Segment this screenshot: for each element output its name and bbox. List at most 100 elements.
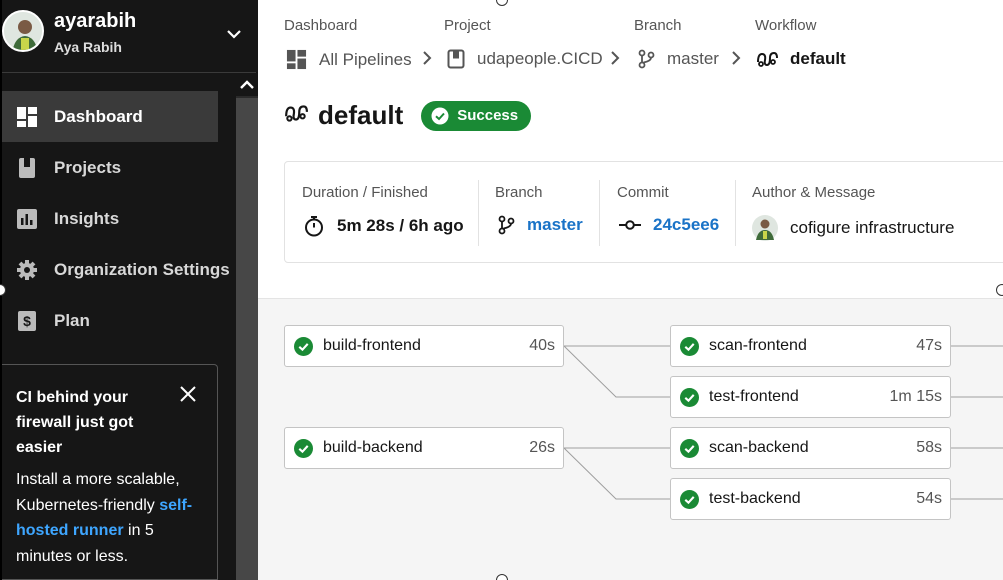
author-value: cofigure infrastructure	[752, 215, 954, 241]
sidebar-item-dashboard[interactable]: Dashboard	[2, 91, 218, 142]
breadcrumb-workflow-label: Workflow	[755, 17, 817, 34]
promo-body: Install a more scalable, Kubernetes-frie…	[16, 467, 203, 569]
job-duration: 1m 15s	[889, 388, 942, 405]
job-name: build-frontend	[323, 337, 421, 354]
job-duration: 40s	[529, 337, 555, 354]
job-duration: 58s	[916, 439, 942, 456]
workflow-title-row: default Success	[284, 100, 532, 131]
chevron-right-icon	[730, 50, 742, 66]
success-check-icon	[680, 336, 699, 356]
job-scan-frontend[interactable]: scan-frontend 47s	[670, 325, 951, 367]
sidebar-scrollbar-thumb[interactable]	[236, 98, 258, 580]
commit-value[interactable]: 24c5ee6	[619, 215, 719, 235]
job-build-frontend[interactable]: build-frontend 40s	[284, 325, 564, 367]
author-avatar	[752, 215, 778, 241]
user-avatar[interactable]	[2, 10, 44, 52]
breadcrumb-workflow[interactable]: default	[756, 49, 846, 69]
job-duration: 54s	[916, 490, 942, 507]
author-label: Author & Message	[752, 184, 876, 201]
job-name: test-backend	[709, 490, 801, 507]
job-name: scan-backend	[709, 439, 809, 456]
success-check-icon	[294, 438, 313, 458]
success-check-icon	[680, 438, 699, 458]
job-duration: 26s	[529, 439, 555, 456]
job-test-backend[interactable]: test-backend 54s	[670, 478, 951, 520]
duration-value: 5m 28s / 6h ago	[303, 215, 464, 237]
resize-handle[interactable]	[496, 574, 508, 580]
svg-text:$: $	[23, 313, 31, 329]
sidebar-item-organization-settings[interactable]: Organization Settings	[2, 244, 236, 295]
job-test-frontend[interactable]: test-frontend 1m 15s	[670, 376, 951, 418]
branch-icon	[637, 49, 655, 69]
sidebar-item-label: Projects	[54, 157, 122, 177]
project-icon	[447, 49, 465, 69]
job-name: test-frontend	[709, 388, 799, 405]
workflow-icon	[284, 103, 308, 128]
sidebar-item-projects[interactable]: Projects	[2, 142, 236, 193]
sidebar-item-label: Insights	[54, 208, 120, 228]
sidebar-item-label: Dashboard	[54, 106, 143, 126]
breadcrumb-dashboard-label: Dashboard	[284, 17, 358, 34]
resize-handle[interactable]	[996, 284, 1003, 296]
breadcrumb-all-pipelines[interactable]: All Pipelines	[286, 49, 412, 70]
breadcrumb-project[interactable]: udapeople.CICD	[447, 49, 603, 69]
workflow-icon	[756, 50, 778, 68]
job-name: scan-frontend	[709, 337, 807, 354]
commit-message: cofigure infrastructure	[790, 218, 955, 237]
user-full-name: Aya Rabih	[54, 39, 122, 55]
username: ayarabih	[54, 10, 137, 32]
dollar-icon: $	[16, 310, 38, 332]
breadcrumb-branch[interactable]: master	[637, 49, 719, 69]
workflow-title: default	[318, 100, 404, 130]
breadcrumb-workflow-text: default	[790, 49, 846, 68]
sidebar-item-label: Plan	[54, 310, 90, 330]
chevron-right-icon	[609, 50, 621, 66]
breadcrumb-project-text: udapeople.CICD	[477, 49, 603, 68]
breadcrumb-all-pipelines-text: All Pipelines	[319, 49, 412, 69]
job-duration: 47s	[916, 337, 942, 354]
insights-icon	[16, 208, 38, 230]
scroll-up-arrow-icon[interactable]	[236, 74, 258, 96]
user-menu[interactable]: ayarabih Aya Rabih	[2, 0, 256, 73]
check-circle-icon	[431, 107, 449, 125]
gear-icon	[16, 259, 38, 281]
sidebar-item-insights[interactable]: Insights	[2, 193, 236, 244]
stopwatch-icon	[303, 215, 325, 237]
divider	[599, 180, 600, 246]
branch-link[interactable]: master	[527, 215, 583, 235]
job-name: build-backend	[323, 439, 423, 456]
duration-text: 5m 28s / 6h ago	[337, 216, 464, 235]
workflow-summary-card: Duration / Finished 5m 28s / 6h ago Bran…	[284, 161, 1003, 263]
commit-link[interactable]: 24c5ee6	[653, 215, 719, 235]
breadcrumb-branch-label: Branch	[634, 17, 682, 34]
success-check-icon	[294, 336, 313, 356]
success-check-icon	[680, 387, 699, 407]
sidebar-nav: Dashboard Projects Insights Organization…	[2, 91, 236, 346]
branch-value[interactable]: master	[497, 215, 583, 235]
status-badge: Success	[421, 100, 532, 131]
commit-icon	[619, 219, 641, 231]
breadcrumb-branch-text: master	[667, 49, 719, 68]
success-check-icon	[680, 489, 699, 509]
duration-label: Duration / Finished	[302, 184, 428, 201]
chevron-down-icon[interactable]	[224, 24, 244, 44]
main-content: Dashboard Project Branch Workflow All Pi…	[258, 0, 1003, 580]
commit-label: Commit	[617, 184, 669, 201]
sidebar: ayarabih Aya Rabih Dashboard Projects In…	[0, 0, 258, 580]
status-badge-label: Success	[457, 107, 519, 124]
dashboard-icon	[16, 106, 38, 128]
sidebar-item-plan[interactable]: $ Plan	[2, 295, 236, 346]
sidebar-item-label: Organization Settings	[54, 259, 230, 279]
promo-body-text: Install a more scalable, Kubernetes-frie…	[16, 471, 180, 514]
chevron-right-icon	[421, 50, 433, 66]
promo-title: CI behind your firewall just got easier	[16, 389, 134, 456]
divider	[735, 180, 736, 246]
close-icon[interactable]	[179, 385, 197, 403]
breadcrumb-project-label: Project	[444, 17, 491, 34]
self-hosted-runner-promo: CI behind your firewall just got easier …	[2, 364, 218, 580]
job-scan-backend[interactable]: scan-backend 58s	[670, 427, 951, 469]
divider	[478, 180, 479, 246]
dashboard-icon	[286, 49, 307, 70]
job-build-backend[interactable]: build-backend 26s	[284, 427, 564, 469]
branch-icon	[497, 215, 515, 235]
